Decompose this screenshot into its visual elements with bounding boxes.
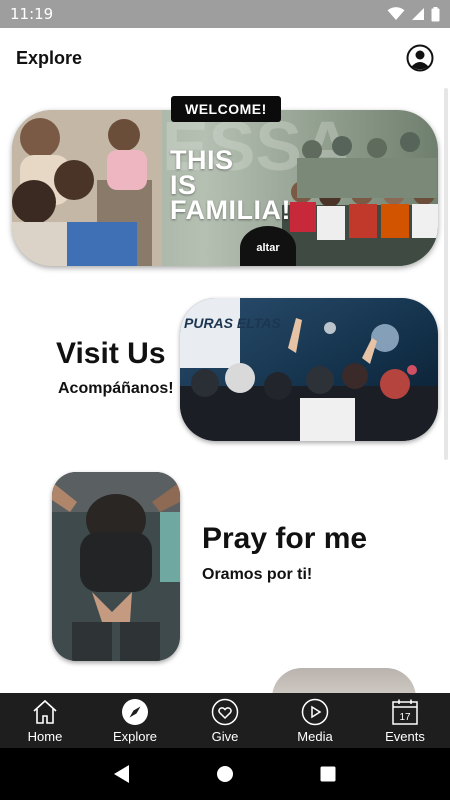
welcome-badge: WELCOME!: [171, 96, 281, 122]
welcome-headline-line: FAMILIA!: [170, 195, 291, 225]
welcome-headline: THIS IS FAMILIA!: [170, 147, 291, 225]
welcome-card[interactable]: ESSA THIS IS FAMILIA! altar: [12, 110, 438, 266]
stage-banner-text: PURAS ELTAS: [184, 315, 281, 331]
heart-icon: [211, 698, 239, 725]
pray-title[interactable]: Pray for me: [202, 522, 367, 556]
worship-photo: PURAS ELTAS: [180, 298, 438, 441]
profile-button[interactable]: [406, 44, 434, 72]
visit-us-title[interactable]: Visit Us: [56, 337, 166, 371]
system-home-button[interactable]: [213, 762, 237, 786]
signal-icon: [412, 8, 424, 20]
bottom-nav: Home Explore Give Media 17 Events: [0, 693, 450, 748]
altar-logo: altar: [240, 226, 296, 266]
back-triangle-icon: [113, 765, 129, 783]
nav-media[interactable]: Media: [270, 693, 360, 748]
prayer-photo: [52, 472, 180, 661]
calendar-icon: 17: [392, 699, 418, 725]
status-time: 11:19: [10, 5, 54, 23]
nav-media-label: Media: [297, 728, 333, 744]
nav-home-label: Home: [27, 728, 63, 744]
compass-icon: [122, 698, 148, 725]
battery-icon: [431, 6, 440, 21]
scrollbar[interactable]: [444, 88, 448, 460]
wifi-icon: [387, 7, 405, 20]
pray-subtitle: Oramos por ti!: [202, 566, 313, 583]
calendar-day: 17: [399, 712, 411, 723]
home-circle-icon: [216, 766, 233, 782]
system-recents-button[interactable]: [316, 762, 340, 786]
nav-give[interactable]: Give: [180, 693, 270, 748]
system-back-button[interactable]: [110, 762, 134, 786]
status-bar: 11:19: [0, 0, 450, 28]
app-header: Explore: [0, 28, 450, 88]
nav-explore[interactable]: Explore: [90, 693, 180, 748]
visit-us-subtitle: Acompáñanos!: [58, 380, 174, 397]
pray-photo[interactable]: [52, 472, 180, 661]
home-icon: [33, 699, 57, 724]
play-icon: [301, 698, 329, 725]
recents-square-icon: [320, 766, 336, 782]
nav-events-label: Events: [385, 728, 425, 744]
page-title: Explore: [16, 47, 83, 68]
nav-explore-label: Explore: [112, 728, 158, 744]
nav-home[interactable]: Home: [0, 693, 90, 748]
system-nav-bar: [0, 748, 450, 800]
visit-us-photo[interactable]: PURAS ELTAS: [180, 298, 438, 441]
nav-give-label: Give: [211, 728, 239, 744]
status-icons: [387, 6, 440, 22]
user-icon: [406, 44, 434, 72]
nav-events[interactable]: 17 Events: [360, 693, 450, 748]
